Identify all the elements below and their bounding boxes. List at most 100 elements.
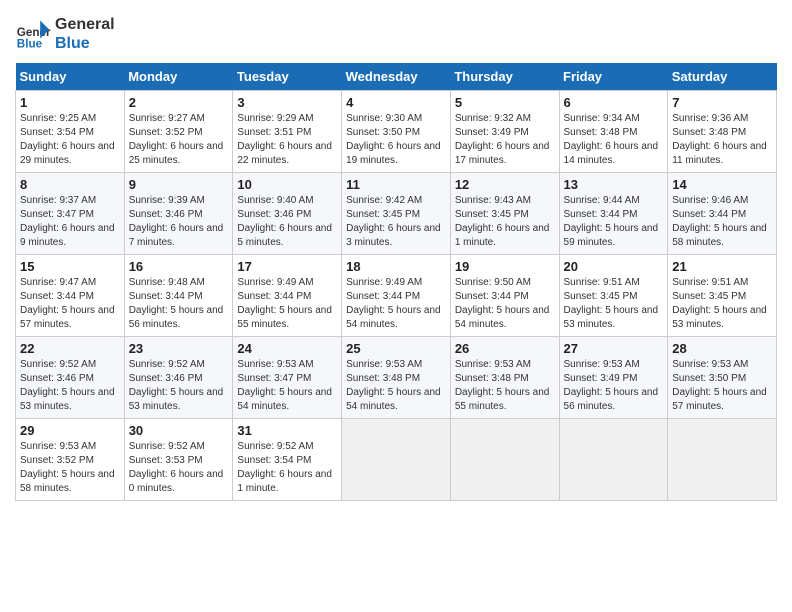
page-header: General Blue General Blue [15, 15, 777, 53]
calendar-cell: 25 Sunrise: 9:53 AM Sunset: 3:48 PM Dayl… [342, 337, 451, 419]
day-number: 13 [564, 177, 664, 192]
day-info: Sunrise: 9:36 AM Sunset: 3:48 PM Dayligh… [672, 112, 772, 168]
calendar-cell: 31 Sunrise: 9:52 AM Sunset: 3:54 PM Dayl… [233, 419, 342, 501]
day-number: 3 [237, 95, 337, 110]
day-info: Sunrise: 9:51 AM Sunset: 3:45 PM Dayligh… [672, 276, 772, 332]
calendar-cell: 1 Sunrise: 9:25 AM Sunset: 3:54 PM Dayli… [16, 91, 125, 173]
svg-text:Blue: Blue [17, 38, 43, 51]
weekday-header: Thursday [450, 63, 559, 91]
day-info: Sunrise: 9:49 AM Sunset: 3:44 PM Dayligh… [346, 276, 446, 332]
calendar-cell: 23 Sunrise: 9:52 AM Sunset: 3:46 PM Dayl… [124, 337, 233, 419]
day-number: 27 [564, 341, 664, 356]
logo-icon: General Blue [15, 16, 51, 52]
day-number: 23 [129, 341, 229, 356]
day-number: 14 [672, 177, 772, 192]
day-number: 31 [237, 423, 337, 438]
calendar-cell [668, 419, 777, 501]
day-info: Sunrise: 9:43 AM Sunset: 3:45 PM Dayligh… [455, 194, 555, 250]
calendar-cell: 29 Sunrise: 9:53 AM Sunset: 3:52 PM Dayl… [16, 419, 125, 501]
day-number: 30 [129, 423, 229, 438]
calendar-cell: 16 Sunrise: 9:48 AM Sunset: 3:44 PM Dayl… [124, 255, 233, 337]
day-number: 15 [20, 259, 120, 274]
calendar-cell: 24 Sunrise: 9:53 AM Sunset: 3:47 PM Dayl… [233, 337, 342, 419]
logo-general: General [55, 15, 115, 34]
day-info: Sunrise: 9:52 AM Sunset: 3:54 PM Dayligh… [237, 440, 337, 496]
calendar-cell: 3 Sunrise: 9:29 AM Sunset: 3:51 PM Dayli… [233, 91, 342, 173]
calendar-cell: 9 Sunrise: 9:39 AM Sunset: 3:46 PM Dayli… [124, 173, 233, 255]
calendar-cell: 27 Sunrise: 9:53 AM Sunset: 3:49 PM Dayl… [559, 337, 668, 419]
weekday-header: Friday [559, 63, 668, 91]
day-info: Sunrise: 9:49 AM Sunset: 3:44 PM Dayligh… [237, 276, 337, 332]
calendar-week-row: 8 Sunrise: 9:37 AM Sunset: 3:47 PM Dayli… [16, 173, 777, 255]
calendar-cell: 8 Sunrise: 9:37 AM Sunset: 3:47 PM Dayli… [16, 173, 125, 255]
day-info: Sunrise: 9:50 AM Sunset: 3:44 PM Dayligh… [455, 276, 555, 332]
calendar-cell: 22 Sunrise: 9:52 AM Sunset: 3:46 PM Dayl… [16, 337, 125, 419]
day-number: 5 [455, 95, 555, 110]
calendar-cell: 19 Sunrise: 9:50 AM Sunset: 3:44 PM Dayl… [450, 255, 559, 337]
day-number: 19 [455, 259, 555, 274]
day-info: Sunrise: 9:53 AM Sunset: 3:48 PM Dayligh… [346, 358, 446, 414]
day-info: Sunrise: 9:27 AM Sunset: 3:52 PM Dayligh… [129, 112, 229, 168]
calendar-week-row: 15 Sunrise: 9:47 AM Sunset: 3:44 PM Dayl… [16, 255, 777, 337]
day-info: Sunrise: 9:52 AM Sunset: 3:53 PM Dayligh… [129, 440, 229, 496]
day-info: Sunrise: 9:29 AM Sunset: 3:51 PM Dayligh… [237, 112, 337, 168]
calendar-cell: 6 Sunrise: 9:34 AM Sunset: 3:48 PM Dayli… [559, 91, 668, 173]
day-number: 4 [346, 95, 446, 110]
day-number: 16 [129, 259, 229, 274]
calendar-cell [559, 419, 668, 501]
calendar-cell: 4 Sunrise: 9:30 AM Sunset: 3:50 PM Dayli… [342, 91, 451, 173]
weekday-header: Tuesday [233, 63, 342, 91]
weekday-header: Sunday [16, 63, 125, 91]
day-info: Sunrise: 9:51 AM Sunset: 3:45 PM Dayligh… [564, 276, 664, 332]
day-number: 18 [346, 259, 446, 274]
logo-blue: Blue [55, 34, 115, 53]
day-number: 29 [20, 423, 120, 438]
day-info: Sunrise: 9:39 AM Sunset: 3:46 PM Dayligh… [129, 194, 229, 250]
day-info: Sunrise: 9:37 AM Sunset: 3:47 PM Dayligh… [20, 194, 120, 250]
day-info: Sunrise: 9:53 AM Sunset: 3:49 PM Dayligh… [564, 358, 664, 414]
day-info: Sunrise: 9:44 AM Sunset: 3:44 PM Dayligh… [564, 194, 664, 250]
calendar-cell: 26 Sunrise: 9:53 AM Sunset: 3:48 PM Dayl… [450, 337, 559, 419]
calendar-week-row: 22 Sunrise: 9:52 AM Sunset: 3:46 PM Dayl… [16, 337, 777, 419]
day-info: Sunrise: 9:32 AM Sunset: 3:49 PM Dayligh… [455, 112, 555, 168]
day-number: 10 [237, 177, 337, 192]
day-number: 12 [455, 177, 555, 192]
day-info: Sunrise: 9:25 AM Sunset: 3:54 PM Dayligh… [20, 112, 120, 168]
day-number: 21 [672, 259, 772, 274]
calendar-week-row: 1 Sunrise: 9:25 AM Sunset: 3:54 PM Dayli… [16, 91, 777, 173]
calendar-cell: 7 Sunrise: 9:36 AM Sunset: 3:48 PM Dayli… [668, 91, 777, 173]
calendar-cell: 12 Sunrise: 9:43 AM Sunset: 3:45 PM Dayl… [450, 173, 559, 255]
calendar-cell [450, 419, 559, 501]
calendar-week-row: 29 Sunrise: 9:53 AM Sunset: 3:52 PM Dayl… [16, 419, 777, 501]
calendar-cell: 11 Sunrise: 9:42 AM Sunset: 3:45 PM Dayl… [342, 173, 451, 255]
day-info: Sunrise: 9:53 AM Sunset: 3:50 PM Dayligh… [672, 358, 772, 414]
day-number: 20 [564, 259, 664, 274]
calendar-cell: 21 Sunrise: 9:51 AM Sunset: 3:45 PM Dayl… [668, 255, 777, 337]
day-number: 28 [672, 341, 772, 356]
weekday-header: Saturday [668, 63, 777, 91]
calendar-cell: 18 Sunrise: 9:49 AM Sunset: 3:44 PM Dayl… [342, 255, 451, 337]
day-number: 22 [20, 341, 120, 356]
calendar-table: SundayMondayTuesdayWednesdayThursdayFrid… [15, 63, 777, 501]
day-number: 8 [20, 177, 120, 192]
calendar-cell: 28 Sunrise: 9:53 AM Sunset: 3:50 PM Dayl… [668, 337, 777, 419]
calendar-cell [342, 419, 451, 501]
day-info: Sunrise: 9:30 AM Sunset: 3:50 PM Dayligh… [346, 112, 446, 168]
day-number: 17 [237, 259, 337, 274]
weekday-header: Monday [124, 63, 233, 91]
day-info: Sunrise: 9:53 AM Sunset: 3:47 PM Dayligh… [237, 358, 337, 414]
calendar-cell: 17 Sunrise: 9:49 AM Sunset: 3:44 PM Dayl… [233, 255, 342, 337]
day-number: 6 [564, 95, 664, 110]
calendar-cell: 20 Sunrise: 9:51 AM Sunset: 3:45 PM Dayl… [559, 255, 668, 337]
day-number: 24 [237, 341, 337, 356]
day-number: 11 [346, 177, 446, 192]
day-info: Sunrise: 9:40 AM Sunset: 3:46 PM Dayligh… [237, 194, 337, 250]
day-info: Sunrise: 9:34 AM Sunset: 3:48 PM Dayligh… [564, 112, 664, 168]
day-info: Sunrise: 9:48 AM Sunset: 3:44 PM Dayligh… [129, 276, 229, 332]
calendar-cell: 5 Sunrise: 9:32 AM Sunset: 3:49 PM Dayli… [450, 91, 559, 173]
day-info: Sunrise: 9:46 AM Sunset: 3:44 PM Dayligh… [672, 194, 772, 250]
calendar-cell: 15 Sunrise: 9:47 AM Sunset: 3:44 PM Dayl… [16, 255, 125, 337]
header-row: SundayMondayTuesdayWednesdayThursdayFrid… [16, 63, 777, 91]
day-number: 25 [346, 341, 446, 356]
day-info: Sunrise: 9:42 AM Sunset: 3:45 PM Dayligh… [346, 194, 446, 250]
